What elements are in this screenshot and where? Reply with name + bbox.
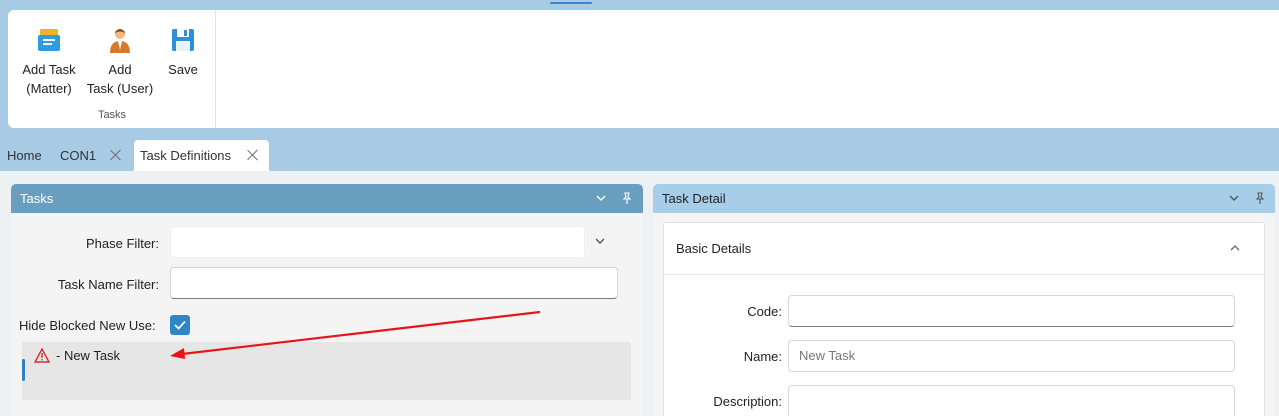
chevron-up-icon[interactable] bbox=[1230, 241, 1240, 258]
task-list[interactable]: - New Task bbox=[22, 342, 631, 400]
list-item[interactable]: - New Task bbox=[56, 348, 120, 363]
add-task-matter-label: Add Task (Matter) bbox=[22, 62, 76, 96]
phase-filter-select[interactable] bbox=[170, 226, 585, 258]
code-label: Code: bbox=[747, 304, 782, 319]
chevron-down-icon[interactable] bbox=[1226, 184, 1242, 213]
task-name-filter-label: Task Name Filter: bbox=[57, 277, 159, 292]
task-tray-icon bbox=[38, 29, 60, 51]
section-divider bbox=[664, 274, 1264, 275]
tasks-panel-header: Tasks bbox=[11, 184, 643, 213]
phase-filter-label: Phase Filter: bbox=[86, 236, 159, 251]
close-icon[interactable] bbox=[247, 149, 259, 161]
tasks-panel: Tasks Phase Filter: Task Name Filter: Hi… bbox=[11, 184, 643, 416]
chevron-down-icon[interactable] bbox=[595, 234, 605, 251]
tab-con1[interactable]: CON1 bbox=[54, 140, 128, 171]
tab-home[interactable]: Home bbox=[1, 140, 48, 171]
name-placeholder: New Task bbox=[799, 348, 856, 363]
pin-icon[interactable] bbox=[619, 184, 635, 213]
checkmark-icon bbox=[174, 320, 186, 330]
task-detail-panel: Task Detail Basic Details Code: Name: Ne… bbox=[653, 184, 1275, 416]
tab-home-label: Home bbox=[7, 148, 42, 163]
task-name-filter-input[interactable] bbox=[170, 267, 618, 299]
ribbon: Add Task (Matter) Add Task (User) Save T… bbox=[8, 10, 1279, 128]
save-icon bbox=[172, 29, 194, 51]
basic-details-section: Basic Details Code: Name: New Task Descr… bbox=[663, 222, 1265, 416]
selection-indicator bbox=[22, 359, 25, 381]
save-button[interactable]: Save bbox=[164, 26, 202, 79]
user-icon bbox=[110, 29, 130, 53]
code-field[interactable] bbox=[788, 295, 1235, 327]
pin-icon[interactable] bbox=[1252, 184, 1268, 213]
task-detail-panel-header: Task Detail bbox=[653, 184, 1275, 213]
document-tab-bar: Home CON1 Task Definitions bbox=[0, 140, 1279, 171]
description-field[interactable] bbox=[788, 385, 1235, 416]
save-label: Save bbox=[168, 62, 198, 77]
add-task-user-label: Add Task (User) bbox=[86, 62, 154, 96]
description-label: Description: bbox=[713, 394, 782, 409]
task-detail-panel-title: Task Detail bbox=[662, 191, 726, 206]
add-task-matter-button[interactable]: Add Task (Matter) bbox=[20, 26, 78, 98]
chevron-down-icon[interactable] bbox=[593, 184, 609, 213]
tasks-panel-title: Tasks bbox=[20, 191, 54, 206]
name-field[interactable]: New Task bbox=[788, 340, 1235, 372]
ribbon-group-tasks: Add Task (Matter) Add Task (User) Save T… bbox=[8, 10, 216, 128]
ribbon-group-label: Tasks bbox=[97, 109, 127, 121]
close-icon[interactable] bbox=[110, 149, 122, 161]
tab-task-definitions[interactable]: Task Definitions bbox=[134, 140, 269, 171]
basic-details-title: Basic Details bbox=[676, 241, 752, 256]
warning-icon bbox=[33, 347, 51, 366]
hide-blocked-label: Hide Blocked New Use: bbox=[19, 318, 156, 333]
add-task-user-button[interactable]: Add Task (User) bbox=[86, 26, 154, 98]
hide-blocked-checkbox[interactable] bbox=[170, 315, 190, 335]
tab-con1-label: CON1 bbox=[60, 148, 97, 163]
top-accent-indicator bbox=[550, 2, 592, 4]
tab-task-definitions-label: Task Definitions bbox=[140, 148, 232, 163]
name-label: Name: bbox=[743, 349, 782, 364]
